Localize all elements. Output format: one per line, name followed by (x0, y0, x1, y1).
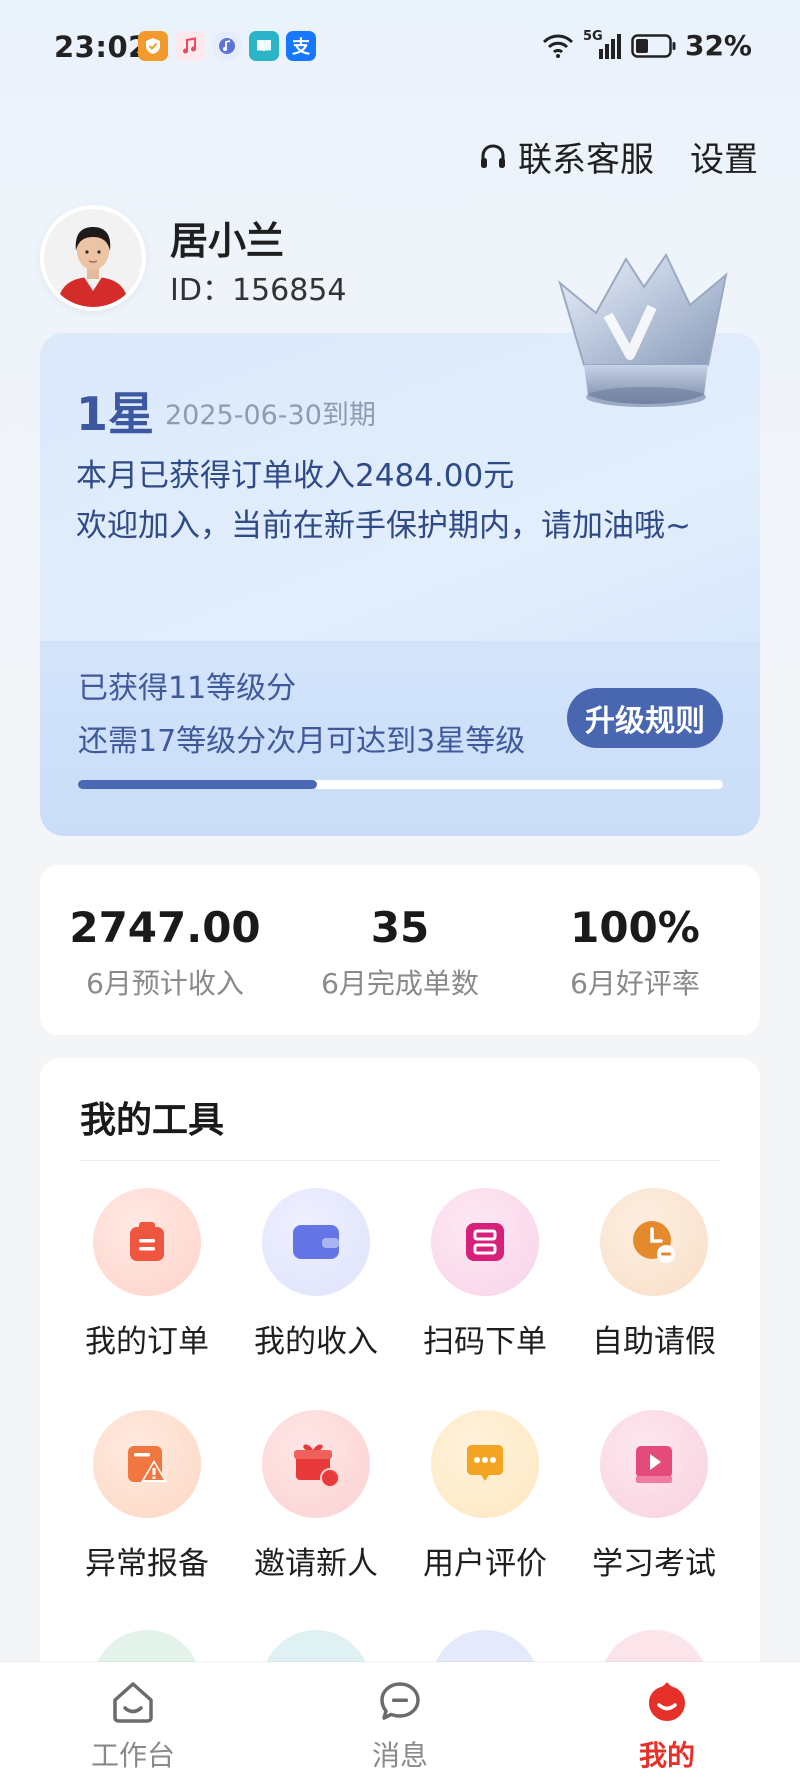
header-actions: 联系客服 设置 (478, 132, 758, 181)
avatar[interactable] (40, 205, 146, 311)
alipay-app-icon: 支 (286, 31, 316, 61)
divider (80, 1160, 720, 1161)
tab-label: 我的 (638, 1739, 695, 1772)
upgrade-rules-button[interactable]: 升级规则 (567, 688, 723, 748)
tools-title: 我的工具 (80, 1100, 225, 1141)
tool-label: 我的订单 (85, 1324, 209, 1360)
stat-value: 35 (370, 903, 430, 952)
stat-value: 2747.00 (69, 903, 261, 952)
welcome-text: 欢迎加入，当前在新手保护期内，请加油哦~ (76, 508, 691, 544)
tool-my-orders[interactable]: 我的订单 (67, 1188, 227, 1361)
level-star: 1星 (76, 387, 155, 441)
level-progress-fill (78, 780, 317, 789)
tool-label: 自助请假 (592, 1324, 716, 1360)
user-id-label: ID： (170, 273, 232, 308)
tool-label: 我的收入 (254, 1324, 378, 1360)
tool-label: 学习考试 (592, 1546, 716, 1582)
level-expire-date: 2025-06-30到期 (165, 400, 376, 431)
tool-label: 邀请新人 (254, 1546, 378, 1582)
tool-label: 扫码下单 (423, 1324, 547, 1360)
wifi-icon (542, 34, 574, 58)
points-got: 已获得11等级分 (78, 671, 297, 706)
tool-my-income[interactable]: 我的收入 (236, 1188, 396, 1361)
tool-label: 用户评价 (423, 1546, 547, 1582)
tab-messages[interactable]: 消息 (300, 1678, 500, 1774)
comment-icon (431, 1410, 539, 1518)
notification-icons: 支 (138, 31, 316, 61)
monthly-income-text: 本月已获得订单收入2484.00元 (76, 458, 515, 494)
scan-icon (431, 1188, 539, 1296)
points-needed: 还需17等级分次月可达到3星等级 (78, 724, 526, 759)
bottom-tab-bar: 工作台 消息 我的 (0, 1662, 800, 1786)
user-name: 居小兰 (170, 219, 285, 263)
tool-scan-order[interactable]: 扫码下单 (405, 1188, 565, 1361)
video-book-icon (600, 1410, 708, 1518)
settings-button[interactable]: 设置 (690, 132, 758, 181)
stat-label: 6月完成单数 (321, 967, 479, 1000)
stat-positive-rate[interactable]: 100% 6月好评率 (515, 903, 755, 1002)
stat-label: 6月预计收入 (86, 967, 244, 1000)
status-right: 5G 32% (541, 29, 752, 62)
tool-label: 异常报备 (85, 1546, 209, 1582)
music-app-icon (175, 31, 205, 61)
warning-report-icon (93, 1410, 201, 1518)
home-icon (113, 1682, 153, 1723)
stat-label: 6月好评率 (570, 967, 700, 1000)
cellular-signal-icon: 5G (583, 29, 623, 61)
stat-expected-income[interactable]: 2747.00 6月预计收入 (45, 903, 285, 1002)
profile-icon (649, 1682, 685, 1721)
headset-icon (481, 143, 505, 168)
battery-icon (631, 33, 676, 58)
shield-app-icon (138, 31, 168, 61)
stat-completed-orders[interactable]: 35 6月完成单数 (280, 903, 520, 1002)
tool-self-leave[interactable]: 自助请假 (574, 1188, 734, 1361)
tab-label: 消息 (371, 1739, 428, 1772)
gift-invite-icon (262, 1410, 370, 1518)
monthly-stats-card: 2747.00 6月预计收入 35 6月完成单数 100% 6月好评率 (40, 865, 760, 1035)
tool-exception-report[interactable]: 异常报备 (67, 1410, 227, 1583)
music-note-app-icon (212, 31, 242, 61)
tab-label: 工作台 (90, 1739, 175, 1772)
message-icon (380, 1682, 420, 1720)
level-progress-bar (78, 780, 723, 789)
wallet-icon (262, 1188, 370, 1296)
order-icon (93, 1188, 201, 1296)
status-time: 23:02 (54, 30, 149, 64)
book-app-icon (249, 31, 279, 61)
battery-percent: 32% (684, 29, 752, 62)
user-id: ID：156854 (170, 265, 346, 309)
tool-invite-newcomer[interactable]: 邀请新人 (236, 1410, 396, 1583)
crown-badge-icon (558, 253, 728, 407)
tool-user-reviews[interactable]: 用户评价 (405, 1410, 565, 1583)
user-id-value: 156854 (231, 273, 347, 308)
stat-value: 100% (570, 903, 700, 952)
tab-mine[interactable]: 我的 (567, 1678, 767, 1774)
tab-workbench[interactable]: 工作台 (33, 1678, 233, 1774)
contact-service-label: 联系客服 (518, 140, 654, 180)
clock-leave-icon (600, 1188, 708, 1296)
tool-study-exam[interactable]: 学习考试 (574, 1410, 734, 1583)
contact-service-button[interactable]: 联系客服 (478, 132, 654, 181)
status-bar: 23:02 支 5G 32% (0, 0, 800, 95)
